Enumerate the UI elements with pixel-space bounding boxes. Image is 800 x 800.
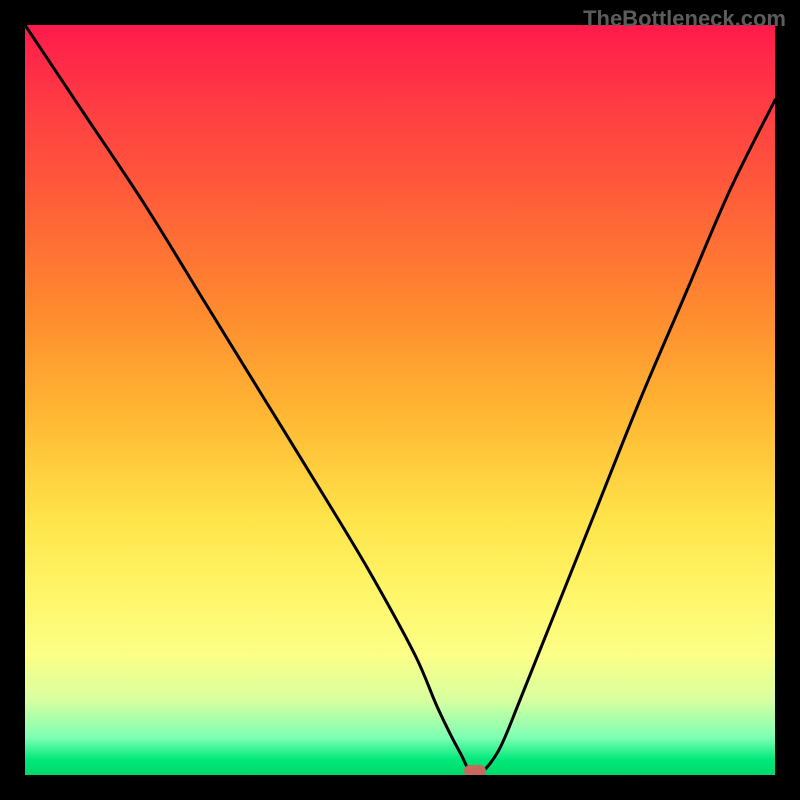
watermark-label: TheBottleneck.com [583,6,786,32]
plot-area [25,25,775,775]
min-marker [464,765,486,775]
chart-frame: TheBottleneck.com [0,0,800,800]
bottleneck-curve [25,25,775,775]
